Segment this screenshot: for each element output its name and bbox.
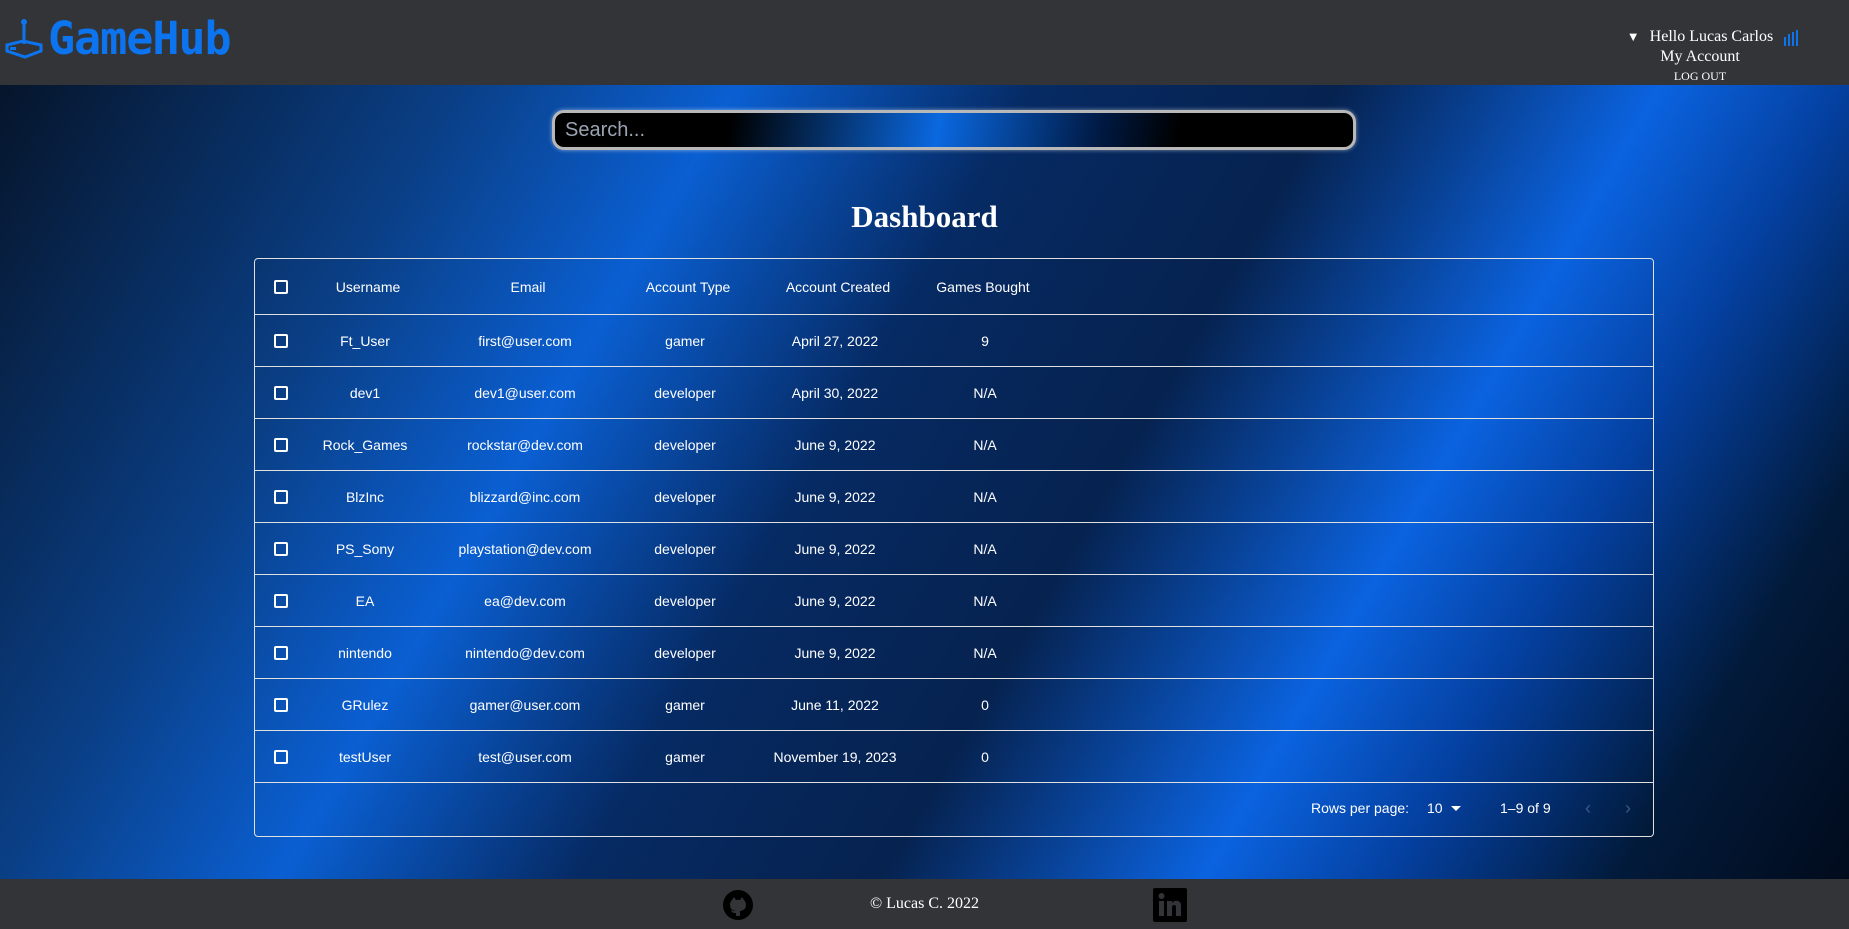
cell-email: gamer@user.com [469, 696, 581, 713]
cell-email: first@user.com [478, 332, 572, 349]
cell-account-type: gamer [665, 748, 705, 765]
cell-games-bought: N/A [973, 436, 997, 453]
my-account-link[interactable]: My Account [1590, 48, 1810, 66]
table-pagination: Rows per page: 10 1–9 of 9 ‹ › [255, 782, 1653, 836]
cell-username: PS_Sony [335, 540, 395, 557]
column-header-username[interactable]: Username [288, 259, 448, 314]
cell-account-created: June 11, 2022 [791, 696, 879, 713]
cell-account-type: gamer [665, 332, 705, 349]
cell-email: nintendo@dev.com [465, 644, 585, 661]
select-all-checkbox[interactable] [274, 279, 288, 294]
users-table: Username Email Account Type Account Crea… [254, 258, 1654, 837]
table-row[interactable]: EA ea@dev.com developer June 9, 2022 N/A [255, 575, 1653, 627]
cell-email: dev1@user.com [474, 384, 576, 401]
dropdown-arrow-icon [1450, 805, 1461, 811]
cell-username: Ft_User [340, 332, 390, 349]
cell-account-type: developer [654, 644, 716, 661]
cell-username: GRulez [341, 696, 389, 713]
cell-games-bought: N/A [973, 384, 997, 401]
copyright-text: © Lucas C. 2022 [869, 895, 980, 912]
cell-games-bought: N/A [973, 592, 997, 609]
chevron-left-icon[interactable]: ‹ [1585, 798, 1591, 819]
brand-logo[interactable]: GameHub [4, 12, 232, 65]
table-header: Username Email Account Type Account Crea… [255, 259, 1653, 315]
cell-email: blizzard@inc.com [469, 488, 581, 505]
cell-username: testUser [338, 748, 392, 765]
bar-chart-icon[interactable] [1783, 30, 1799, 46]
cell-account-type: developer [654, 540, 716, 557]
greeting-text: Hello Lucas Carlos [1649, 28, 1774, 45]
cell-games-bought: N/A [973, 488, 997, 505]
account-dropdown[interactable]: ▼ Hello Lucas Carlos [1590, 28, 1810, 46]
cell-email: rockstar@dev.com [467, 436, 583, 453]
cell-email: test@user.com [478, 748, 572, 765]
search-bar[interactable] [552, 110, 1356, 150]
account-menu: ▼ Hello Lucas Carlos My Account LOG OUT [1590, 28, 1810, 84]
cell-games-bought: 0 [981, 748, 989, 765]
column-header-account-type[interactable]: Account Type [618, 259, 758, 314]
cell-account-created: November 19, 2023 [773, 748, 897, 765]
cell-email: ea@dev.com [484, 592, 566, 609]
cell-account-type: developer [654, 436, 716, 453]
cell-username: Rock_Games [322, 436, 408, 453]
table-row[interactable]: nintendo nintendo@dev.com developer June… [255, 627, 1653, 679]
page-footer: © Lucas C. 2022 [0, 879, 1849, 929]
cell-games-bought: 0 [981, 696, 989, 713]
cell-account-created: April 27, 2022 [791, 332, 879, 349]
table-row[interactable]: dev1 dev1@user.com developer April 30, 2… [255, 367, 1653, 419]
cell-games-bought: 9 [981, 332, 989, 349]
cell-account-type: gamer [665, 696, 705, 713]
top-navbar: GameHub ▼ Hello Lucas Carlos My Account … [0, 0, 1849, 85]
rows-per-page-select[interactable]: 10 [1427, 800, 1461, 816]
pagination-range: 1–9 of 9 [1500, 800, 1551, 816]
table-row[interactable]: Ft_User first@user.com gamer April 27, 2… [255, 315, 1653, 367]
rows-per-page-value: 10 [1427, 800, 1443, 816]
cell-account-created: June 9, 2022 [794, 592, 876, 609]
cell-account-type: developer [654, 384, 716, 401]
table-row[interactable]: PS_Sony playstation@dev.com developer Ju… [255, 523, 1653, 575]
cell-account-created: June 9, 2022 [794, 644, 876, 661]
cell-username: BlzInc [345, 488, 385, 505]
logout-button[interactable]: LOG OUT [1590, 69, 1810, 84]
table-row[interactable]: BlzInc blizzard@inc.com developer June 9… [255, 471, 1653, 523]
cell-email: playstation@dev.com [458, 540, 592, 557]
column-header-email[interactable]: Email [433, 259, 623, 314]
cell-games-bought: N/A [973, 644, 997, 661]
cell-account-created: June 9, 2022 [794, 436, 876, 453]
cell-username: dev1 [349, 384, 381, 401]
joystick-icon [4, 17, 44, 61]
cell-account-created: April 30, 2022 [791, 384, 879, 401]
caret-down-icon: ▼ [1626, 29, 1640, 44]
cell-games-bought: N/A [973, 540, 997, 557]
brand-name: GameHub [48, 12, 232, 65]
table-row[interactable]: testUser test@user.com gamer November 19… [255, 731, 1653, 783]
rows-per-page-label: Rows per page: [1311, 800, 1410, 816]
chevron-right-icon[interactable]: › [1625, 798, 1631, 819]
cell-account-created: June 9, 2022 [794, 488, 876, 505]
page-title: Dashboard [851, 199, 998, 234]
linkedin-icon[interactable] [1153, 888, 1187, 922]
search-input[interactable] [555, 113, 1353, 147]
column-header-account-created[interactable]: Account Created [763, 259, 913, 314]
cell-username: nintendo [338, 644, 392, 661]
cell-account-created: June 9, 2022 [794, 540, 876, 557]
cell-account-type: developer [654, 592, 716, 609]
table-row[interactable]: GRulez gamer@user.com gamer June 11, 202… [255, 679, 1653, 731]
column-header-games-bought[interactable]: Games Bought [923, 259, 1043, 314]
cell-account-type: developer [654, 488, 716, 505]
main-content: Dashboard Username Email Account Type Ac… [0, 85, 1849, 879]
table-row[interactable]: Rock_Games rockstar@dev.com developer Ju… [255, 419, 1653, 471]
cell-username: EA [355, 592, 375, 609]
